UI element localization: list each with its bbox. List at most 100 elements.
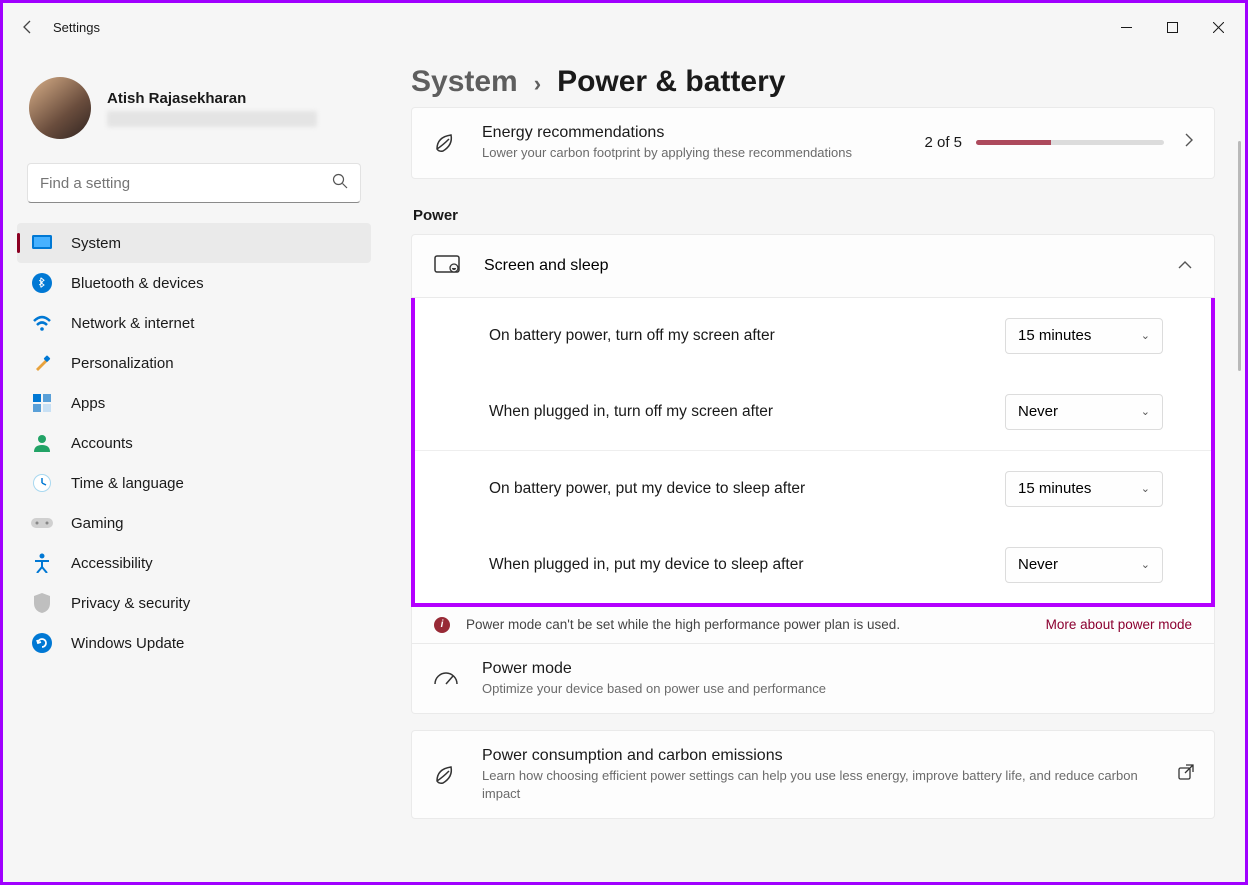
nav-item-gaming[interactable]: Gaming [17,503,371,543]
card-subtitle: Lower your carbon footprint by applying … [482,144,924,162]
card-subtitle: Optimize your device based on power use … [482,680,1194,698]
nav-item-time[interactable]: Time & language [17,463,371,503]
nav-label: Apps [71,395,105,412]
window-title: Settings [49,20,100,35]
maximize-button[interactable] [1149,11,1195,43]
nav-item-privacy[interactable]: Privacy & security [17,583,371,623]
card-title: Power consumption and carbon emissions [482,747,1166,765]
nav-label: Gaming [71,515,124,532]
external-link-icon [1178,764,1194,785]
section-header-power: Power [413,207,1215,224]
nav-label: Personalization [71,355,174,372]
search-box[interactable] [27,163,361,203]
nav-item-accounts[interactable]: Accounts [17,423,371,463]
settings-window: Settings Atish Rajasekharan [3,3,1245,882]
nav-item-apps[interactable]: Apps [17,383,371,423]
chevron-down-icon: ⌄ [1141,558,1150,571]
nav-item-bluetooth[interactable]: Bluetooth & devices [17,263,371,303]
clock-icon [31,472,53,494]
page-title: Power & battery [557,65,785,99]
nav-item-personalization[interactable]: Personalization [17,343,371,383]
minimize-button[interactable] [1103,11,1149,43]
expander-title: Screen and sleep [484,257,1178,275]
energy-progress [976,140,1164,145]
notice-text: Power mode can't be set while the high p… [466,617,1046,632]
card-title: Power mode [482,660,1194,678]
nav-label: System [71,235,121,252]
profile-name: Atish Rajasekharan [107,90,317,107]
dropdown-value: Never [1018,403,1141,420]
screen-sleep-expander[interactable]: Screen and sleep [411,234,1215,298]
titlebar: Settings [3,3,1245,51]
main-content: System › Power & battery Energy recommen… [383,51,1245,882]
search-input[interactable] [40,175,332,192]
setting-label: When plugged in, put my device to sleep … [489,556,1005,574]
nav-label: Bluetooth & devices [71,275,204,292]
energy-count: 2 of 5 [924,134,962,151]
breadcrumb: System › Power & battery [411,65,1215,99]
chevron-down-icon: ⌄ [1141,329,1150,342]
update-icon [31,632,53,654]
nav-label: Accounts [71,435,133,452]
power-mode-notice: Power mode can't be set while the high p… [411,607,1215,644]
setting-label: On battery power, put my device to sleep… [489,480,1005,498]
apps-icon [31,392,53,414]
nav-label: Accessibility [71,555,153,572]
shield-icon [31,592,53,614]
gauge-icon [432,668,460,688]
leaf-icon [432,763,460,787]
accessibility-icon [31,552,53,574]
setting-battery-sleep: On battery power, put my device to sleep… [415,451,1211,527]
bluetooth-icon [31,272,53,294]
setting-plugged-sleep: When plugged in, put my device to sleep … [415,527,1211,603]
profile-block[interactable]: Atish Rajasekharan [17,69,371,157]
info-error-icon [434,617,450,633]
chevron-up-icon [1178,257,1192,275]
nav: System Bluetooth & devices Network & int… [17,223,371,663]
setting-label: On battery power, turn off my screen aft… [489,327,1005,345]
nav-item-accessibility[interactable]: Accessibility [17,543,371,583]
chevron-right-icon: › [534,71,541,97]
gamepad-icon [31,512,53,534]
dropdown-value: Never [1018,556,1141,573]
dropdown-plugged-sleep[interactable]: Never ⌄ [1005,547,1163,583]
close-button[interactable] [1195,11,1241,43]
setting-battery-screen: On battery power, turn off my screen aft… [415,298,1211,374]
chevron-right-icon [1184,133,1194,152]
brush-icon [31,352,53,374]
dropdown-value: 15 minutes [1018,327,1141,344]
nav-label: Windows Update [71,635,184,652]
nav-item-update[interactable]: Windows Update [17,623,371,663]
nav-label: Network & internet [71,315,194,332]
card-title: Energy recommendations [482,124,924,142]
dropdown-battery-sleep[interactable]: 15 minutes ⌄ [1005,471,1163,507]
sidebar: Atish Rajasekharan System Bluetooth & de… [3,51,383,882]
carbon-emissions-card[interactable]: Power consumption and carbon emissions L… [411,730,1215,819]
card-subtitle: Learn how choosing efficient power setti… [482,767,1166,802]
nav-label: Time & language [71,475,184,492]
back-button[interactable] [7,3,49,51]
nav-label: Privacy & security [71,595,190,612]
screen-icon [434,255,462,277]
breadcrumb-parent[interactable]: System [411,65,518,99]
dropdown-plugged-screen[interactable]: Never ⌄ [1005,394,1163,430]
energy-recommendations-card[interactable]: Energy recommendations Lower your carbon… [411,107,1215,179]
more-about-power-mode-link[interactable]: More about power mode [1046,617,1192,632]
dropdown-battery-screen[interactable]: 15 minutes ⌄ [1005,318,1163,354]
power-mode-card: Power mode Optimize your device based on… [411,644,1215,715]
avatar [29,77,91,139]
setting-label: When plugged in, turn off my screen afte… [489,403,1005,421]
setting-plugged-screen: When plugged in, turn off my screen afte… [415,374,1211,450]
system-icon [31,232,53,254]
screen-sleep-settings: On battery power, turn off my screen aft… [411,298,1215,607]
chevron-down-icon: ⌄ [1141,405,1150,418]
nav-item-network[interactable]: Network & internet [17,303,371,343]
scrollbar[interactable] [1238,141,1241,371]
chevron-down-icon: ⌄ [1141,482,1150,495]
person-icon [31,432,53,454]
nav-item-system[interactable]: System [17,223,371,263]
leaf-icon [432,131,460,155]
dropdown-value: 15 minutes [1018,480,1141,497]
search-icon [332,173,348,194]
profile-email [107,111,317,127]
